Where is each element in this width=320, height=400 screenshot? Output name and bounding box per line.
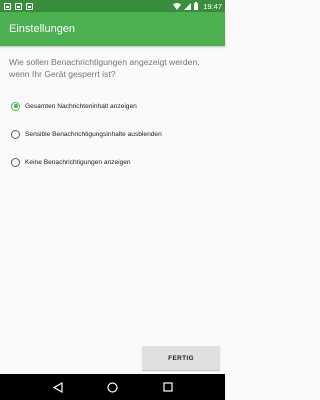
question-text: Wie sollen Benachrichtigungen angezeigt … [9,57,200,79]
option-show-all-content[interactable]: Gesamten Nachrichteninhalt anzeigen [0,92,225,120]
option-no-notifications[interactable]: Keine Benachrichtigungen anzeigen [0,148,225,176]
home-icon [107,381,118,393]
app-bar: Einstellungen [0,12,225,46]
recents-icon [162,382,173,392]
wifi-icon [173,2,182,10]
image-notification-icon [15,2,22,10]
status-bar: 19:47 [0,0,225,12]
back-icon [52,381,63,393]
back-button[interactable] [51,380,65,394]
option-label: Sensible Benachrichtigungsinhalte ausble… [25,130,162,138]
option-label: Keine Benachrichtigungen anzeigen [25,158,131,166]
signal-icon [184,2,192,10]
radio-button[interactable] [11,129,20,139]
home-button[interactable] [106,380,120,394]
image-notification-icon [4,2,11,10]
status-time: 19:47 [203,1,222,11]
image-notification-icon [26,2,33,10]
done-button[interactable]: FERTIG [142,346,220,370]
radio-group: Gesamten Nachrichteninhalt anzeigen Sens… [0,92,225,176]
radio-button-checked[interactable] [11,101,20,111]
option-label: Gesamten Nachrichteninhalt anzeigen [25,102,137,110]
option-hide-sensitive-content[interactable]: Sensible Benachrichtigungsinhalte ausble… [0,120,225,148]
navigation-bar [0,374,225,400]
battery-icon [194,2,199,10]
page-title: Einstellungen [9,23,76,35]
recents-button[interactable] [161,380,175,394]
radio-button[interactable] [11,157,20,167]
